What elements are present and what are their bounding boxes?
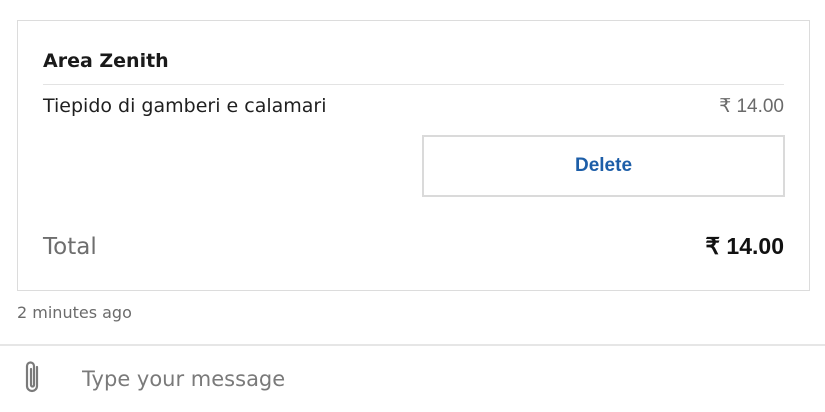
order-summary-card: Area Zenith Tiepido di gamberi e calamar…: [17, 20, 810, 291]
total-label: Total: [43, 234, 97, 260]
location-title: Area Zenith: [43, 50, 169, 72]
card-divider: [43, 84, 784, 85]
message-composer: [0, 344, 825, 412]
item-name: Tiepido di gamberi e calamari: [43, 95, 327, 117]
total-value: ₹ 14.00: [705, 233, 784, 259]
delete-button[interactable]: Delete: [422, 135, 785, 197]
paperclip-icon[interactable]: [18, 358, 48, 398]
item-price: ₹ 14.00: [719, 96, 784, 117]
message-input[interactable]: [70, 354, 790, 404]
chat-page: Area Zenith Tiepido di gamberi e calamar…: [0, 0, 825, 412]
order-item-row: Tiepido di gamberi e calamari ₹ 14.00: [43, 95, 784, 118]
message-timestamp: 2 minutes ago: [17, 303, 132, 322]
total-row: Total ₹ 14.00: [43, 233, 784, 260]
